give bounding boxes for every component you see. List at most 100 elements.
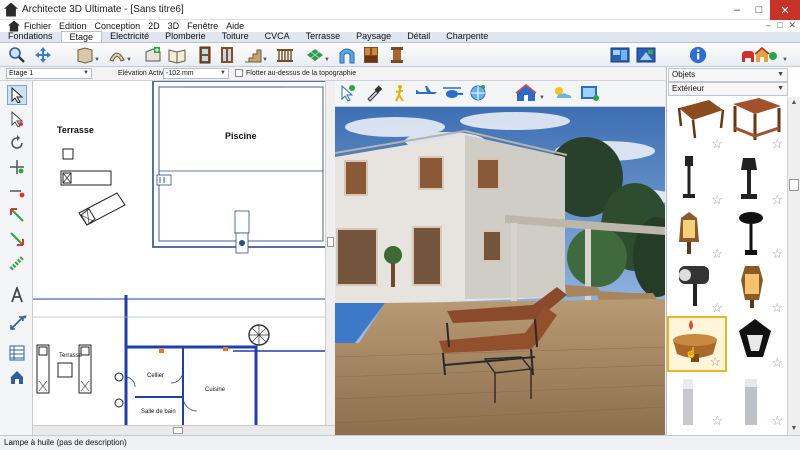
open-book-icon[interactable] [168,46,186,64]
minimize-button[interactable]: – [726,0,748,20]
zoom-icon[interactable] [8,46,26,64]
catalog-item[interactable]: ☆ [728,316,788,372]
window-tool-icon[interactable] [218,46,236,64]
favorite-star-icon[interactable]: ☆ [771,356,783,369]
render-photo-icon[interactable] [579,84,601,102]
catalog-item[interactable]: ☆ [668,153,728,209]
stairs-icon[interactable] [244,46,262,64]
3d-view-icon[interactable] [636,46,656,64]
maximize-button[interactable]: □ [748,0,770,20]
plan-horizontal-scrollbar[interactable] [33,425,335,435]
catalog-item[interactable]: ☆ [668,261,728,317]
planters [114,372,124,408]
favorite-star-icon[interactable]: ☆ [709,355,721,368]
catalog-item[interactable]: ☆ [728,374,788,430]
wall-tool-icon[interactable] [76,46,94,64]
menu-fenetre[interactable]: Fenêtre [187,21,218,31]
catalog-category-select[interactable]: Objets ▼ [668,68,788,82]
tab-electricite[interactable]: Electricité [102,31,157,42]
label-salle-de-bain: Salle de bain [141,409,176,415]
tile-pattern-icon[interactable] [306,46,324,64]
move-point-icon[interactable] [7,157,27,177]
eyedropper-icon[interactable] [365,84,383,102]
pan-icon[interactable] [34,46,52,64]
catalog-subcategory-select[interactable]: Extérieur ▼ [668,82,788,96]
railing-icon[interactable] [276,46,294,64]
favorite-star-icon[interactable]: ☆ [771,193,783,206]
catalog-item[interactable]: ☆ [728,207,788,263]
doc-minimize-button[interactable]: – [766,20,771,31]
rotate-icon[interactable] [7,133,27,153]
fly-plane-icon[interactable] [415,84,437,102]
menu-conception[interactable]: Conception [95,21,141,31]
select-arrow-icon[interactable] [7,85,27,105]
favorite-star-icon[interactable]: ☆ [771,301,783,314]
cabinet-icon[interactable] [362,46,380,64]
elevation-house-icon[interactable] [7,367,27,387]
menu-edition[interactable]: Edition [59,21,87,31]
weather-sun-icon[interactable] [551,84,573,102]
menu-2d[interactable]: 2D [148,21,160,31]
catalog-item[interactable]: ☆ [728,261,788,317]
favorite-star-icon[interactable]: ☆ [771,137,783,150]
archway-icon[interactable] [338,46,356,64]
catalog-scrollbar[interactable]: ▲ ▼ [787,97,800,435]
favorite-star-icon[interactable]: ☆ [711,137,723,150]
catalog-item-selected[interactable]: ☝ ☆ [667,316,727,372]
catalog-item[interactable]: ☆ [728,97,788,153]
select-node-icon[interactable] [7,109,27,129]
favorite-star-icon[interactable]: ☆ [771,414,783,427]
catalog-item[interactable]: ☆ [728,153,788,209]
floor-select[interactable]: Etage 1 ▼ [6,68,92,79]
menu-fichier[interactable]: Fichier [24,21,51,31]
text-tool-icon[interactable] [7,285,27,305]
favorite-star-icon[interactable]: ☆ [711,301,723,314]
hand-cursor-icon: ☝ [685,348,698,359]
tab-toiture[interactable]: Toiture [214,31,257,42]
doc-close-button[interactable]: ✕ [788,20,796,31]
tab-cvca[interactable]: CVCA [257,31,298,42]
tab-terrasse[interactable]: Terrasse [298,31,349,42]
schedule-table-icon[interactable] [7,343,27,363]
room-tool-icon[interactable] [144,46,162,64]
catalog-item[interactable]: ☆ [668,374,728,430]
dimension-dropdown[interactable]: ▼ [22,315,28,321]
info-icon[interactable] [688,46,708,64]
favorite-star-icon[interactable]: ☆ [711,193,723,206]
helicopter-icon[interactable] [441,84,463,102]
doc-restore-button[interactable]: □ [777,20,782,31]
favorite-star-icon[interactable]: ☆ [711,414,723,427]
tab-paysage[interactable]: Paysage [348,31,399,42]
furniture-library-icon[interactable] [740,46,778,64]
3d-view[interactable] [335,107,665,435]
favorite-star-icon[interactable]: ☆ [771,247,783,260]
catalog-subcategory-value: Extérieur [672,84,705,93]
tab-etage[interactable]: Etage [60,31,103,42]
curved-wall-icon[interactable] [108,46,126,64]
plan-view-icon[interactable] [610,46,630,64]
menu-3d[interactable]: 3D [168,21,180,31]
tab-fondations[interactable]: Fondations [0,31,61,42]
chain-measure-icon[interactable] [7,253,27,273]
walk-person-icon[interactable] [391,84,409,102]
select-3d-icon[interactable] [339,84,357,102]
menu-aide[interactable]: Aide [226,21,244,31]
door-icon[interactable] [196,46,214,64]
line-red-dot-icon[interactable] [7,181,27,201]
tab-plomberie[interactable]: Plomberie [157,31,214,42]
elevation-input[interactable]: -102 mm ▼ [163,68,229,79]
catalog-item[interactable]: ☆ [668,97,728,153]
plan-vertical-scrollbar[interactable] [325,81,335,425]
column-icon[interactable] [388,46,406,64]
scale-red-icon[interactable] [7,229,27,249]
tab-detail[interactable]: Détail [399,31,438,42]
tab-charpente[interactable]: Charpente [438,31,496,42]
orbit-globe-icon[interactable] [469,84,487,102]
scale-green-icon[interactable] [7,205,27,225]
catalog-item[interactable]: ☆ [668,207,728,263]
plan-view[interactable]: Terrasse Piscine Terrasse Cellier Cuisin… [33,81,335,425]
close-button[interactable]: ✕ [770,0,800,20]
favorite-star-icon[interactable]: ☆ [711,247,723,260]
float-checkbox[interactable] [235,69,243,77]
house-view-icon[interactable] [515,84,537,102]
